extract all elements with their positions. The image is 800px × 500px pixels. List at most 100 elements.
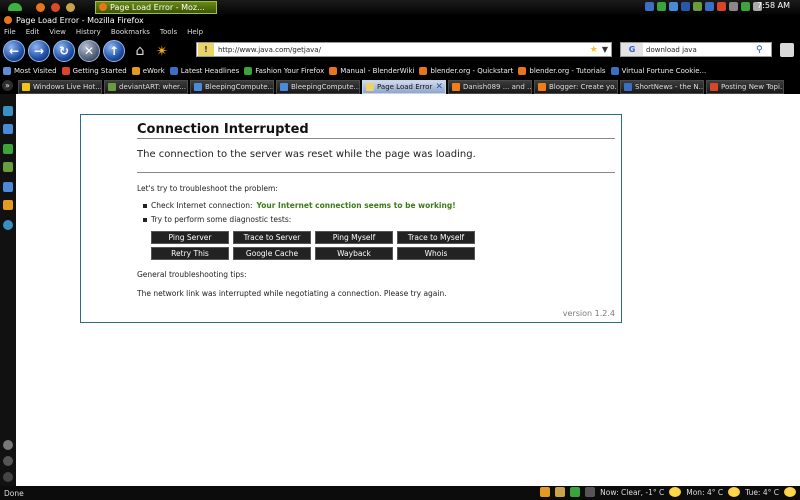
tab-favicon-icon (710, 83, 718, 91)
tab-windows-live[interactable]: Windows Live Hot... (18, 80, 102, 94)
tab-danish089[interactable]: Danish089 ... and ... (448, 80, 532, 94)
bookmark-item[interactable]: Fashion Your Firefox (244, 67, 324, 75)
bookmark-favicon-icon (518, 67, 527, 75)
status-addon-icon[interactable] (570, 487, 581, 497)
tab-label: ShortNews - the N... (635, 83, 704, 91)
whois-button[interactable]: Whois (397, 247, 475, 260)
google-cache-button[interactable]: Google Cache (233, 247, 311, 260)
address-url[interactable]: http://www.java.com/getjava/ (218, 46, 590, 54)
up-button[interactable]: ↑ (103, 40, 125, 62)
trace-to-server-button[interactable]: Trace to Server (233, 231, 311, 244)
bookmark-item[interactable]: blender.org - Quickstart (419, 67, 513, 75)
bookmark-item[interactable]: eWork (131, 67, 165, 75)
tab-favicon-icon (22, 83, 30, 91)
search-bar[interactable]: G ⚲ (620, 42, 772, 57)
bookmark-label: Most Visited (14, 67, 57, 75)
extension-icon[interactable] (780, 43, 794, 57)
status-addon-icon[interactable] (555, 487, 566, 497)
sidebar-globe-icon[interactable] (3, 472, 13, 482)
sidebar-app-icon[interactable] (3, 144, 13, 154)
weather-sun-icon (728, 487, 741, 497)
bookmark-item[interactable]: blender.org - Tutorials (518, 67, 606, 75)
reload-button[interactable]: ↻ (53, 40, 75, 62)
bookmark-item[interactable]: Getting Started (61, 67, 127, 75)
menu-view[interactable]: View (49, 28, 66, 36)
page-content: Connection Interrupted The connection to… (16, 94, 800, 486)
firefox-launch-icon[interactable] (36, 2, 45, 12)
retry-this-button[interactable]: Retry This (151, 247, 229, 260)
back-button[interactable]: ← (3, 40, 25, 62)
sidebar-heart-icon[interactable] (3, 440, 13, 450)
stop-button[interactable]: ✕ (78, 40, 100, 62)
sidebar-app-icon[interactable] (3, 106, 13, 116)
bookmark-item[interactable]: Manual - BlenderWiki (329, 67, 414, 75)
bookmark-star-icon[interactable]: ★ (590, 45, 598, 55)
tray-icon[interactable] (705, 2, 714, 11)
tab-scroll-left-button[interactable]: » (2, 80, 13, 91)
tray-icon[interactable] (669, 2, 678, 11)
search-engine-icon[interactable]: G (621, 43, 643, 56)
tab-shortnews[interactable]: ShortNews - the N... (620, 80, 704, 94)
version-label: version 1.2.4 (562, 309, 615, 318)
wayback-button[interactable]: Wayback (315, 247, 393, 260)
tray-icon[interactable] (693, 2, 702, 11)
menu-history[interactable]: History (76, 28, 101, 36)
ping-server-button[interactable]: Ping Server (151, 231, 229, 244)
forward-arrow-icon: → (33, 44, 45, 58)
troubleshoot-intro: Let's try to troubleshoot the problem: (137, 184, 278, 193)
start-button[interactable] (0, 0, 30, 14)
tray-icon[interactable] (645, 2, 654, 11)
tab-favicon-icon (280, 83, 288, 91)
tab-label: deviantART: wher... (119, 83, 186, 91)
tray-icon[interactable] (717, 2, 726, 11)
tab-bar: » Windows Live Hot... deviantART: wher..… (0, 78, 800, 94)
sidebar-star-icon[interactable] (3, 200, 13, 210)
trace-to-myself-button[interactable]: Trace to Myself (397, 231, 475, 244)
weather-tue[interactable]: Tue: 4° C (745, 488, 779, 497)
weather-now[interactable]: Now: Clear, -1° C (600, 488, 664, 497)
weather-mon[interactable]: Mon: 4° C (686, 488, 723, 497)
tray-icon[interactable] (681, 2, 690, 11)
tab-label: Posting New Topi... (721, 83, 784, 91)
menu-bookmarks[interactable]: Bookmarks (111, 28, 150, 36)
app-launch-icon[interactable] (51, 2, 60, 12)
system-tray (645, 2, 762, 11)
tray-icon[interactable] (729, 2, 738, 11)
tab-posting-new-topic[interactable]: Posting New Topi... (706, 80, 784, 94)
sidebar-settings-icon[interactable] (3, 456, 13, 466)
sidebar-app-icon[interactable] (3, 220, 13, 230)
extension-star-button[interactable]: ✴ (153, 40, 171, 62)
menu-tools[interactable]: Tools (160, 28, 177, 36)
search-icon[interactable]: ⚲ (756, 45, 763, 55)
bookmark-label: Latest Headlines (180, 67, 240, 75)
tab-deviantart[interactable]: deviantART: wher... (104, 80, 188, 94)
status-addon-icon[interactable] (540, 487, 551, 497)
system-clock[interactable]: 7:58 AM (757, 1, 790, 10)
tab-page-load-error[interactable]: Page Load Error ✕ (362, 80, 446, 94)
tab-bleepingcomputer[interactable]: BleepingCompute... (276, 80, 360, 94)
bookmark-item[interactable]: Latest Headlines (169, 67, 240, 75)
menu-edit[interactable]: Edit (26, 28, 40, 36)
status-addon-icon[interactable] (585, 487, 596, 497)
bookmark-item[interactable]: Most Visited (3, 67, 57, 75)
sidebar-app-icon[interactable] (3, 162, 13, 172)
home-button[interactable]: ⌂ (131, 40, 149, 62)
tab-blogger[interactable]: Blogger: Create yo... (534, 80, 618, 94)
address-bar[interactable]: ! http://www.java.com/getjava/ ★ ▼ (196, 42, 612, 57)
search-input[interactable] (646, 45, 756, 54)
menu-file[interactable]: File (4, 28, 16, 36)
app-launch-icon[interactable] (66, 2, 75, 12)
sidebar-mail-icon[interactable] (3, 124, 13, 134)
menu-help[interactable]: Help (187, 28, 203, 36)
taskbar-task-firefox[interactable]: Page Load Error - Moz... (95, 0, 217, 14)
forward-button[interactable]: → (28, 40, 50, 62)
sidebar-chart-icon[interactable] (3, 182, 13, 192)
bookmark-item[interactable]: Virtual Fortune Cookie... (610, 67, 706, 75)
tab-bleepingcomputer[interactable]: BleepingCompute... (190, 80, 274, 94)
ping-myself-button[interactable]: Ping Myself (315, 231, 393, 244)
bullet-icon (143, 218, 147, 222)
close-tab-icon[interactable]: ✕ (435, 82, 443, 92)
tray-icon[interactable] (741, 2, 750, 11)
url-dropdown-icon[interactable]: ▼ (602, 45, 608, 54)
tray-icon[interactable] (657, 2, 666, 11)
